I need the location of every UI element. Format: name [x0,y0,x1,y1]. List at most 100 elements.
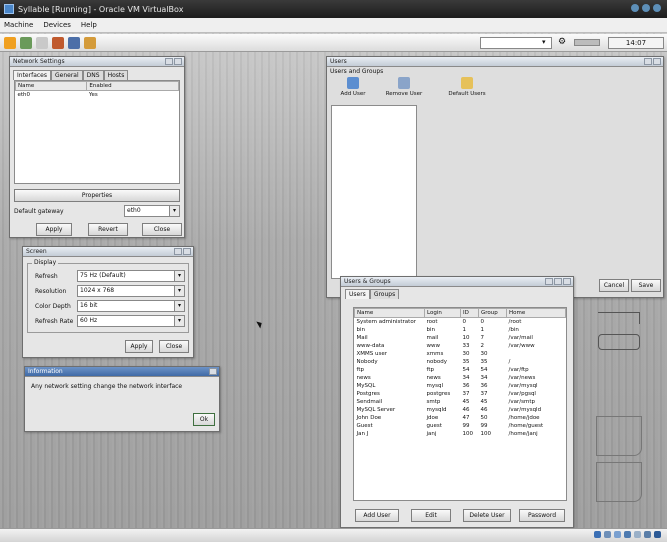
refresh-rate-select[interactable]: 60 Hz ▾ [77,315,185,327]
column-header-login[interactable]: Login [424,308,461,318]
host-window-controls[interactable] [631,4,661,12]
usb-icon[interactable] [604,531,611,538]
properties-button[interactable]: Properties [14,189,180,202]
column-header-id[interactable]: ID [460,308,479,318]
close-icon[interactable] [183,248,191,255]
table-row[interactable]: Guest guest 99 99/home/guest [355,422,566,430]
resolution-select[interactable]: 1024 x 768 ▾ [77,285,185,297]
table-row[interactable]: XMMS user xmms 30 30 [355,350,566,358]
close-icon[interactable] [653,58,661,65]
default-gateway-select[interactable]: eth0 ▾ [124,205,180,217]
window-titlebar[interactable]: Information [25,367,219,377]
maximize-icon[interactable] [642,4,650,12]
tab-dns[interactable]: DNS [82,70,104,80]
table-row[interactable]: System administrator root 0 0/root [355,318,566,326]
column-header-name[interactable]: Name [14,81,88,91]
close-icon[interactable] [209,368,217,375]
audio-icon[interactable] [624,531,631,538]
color-depth-select[interactable]: 16 bit ▾ [77,300,185,312]
table-row[interactable]: Jan J janj 100 100/home/janj [355,430,566,438]
menu-devices[interactable]: Devices [43,21,71,29]
column-header-enabled[interactable]: Enabled [86,81,179,91]
chevron-down-icon[interactable]: ▾ [542,38,546,46]
display-icon[interactable] [614,531,621,538]
remove-user-tool[interactable]: Remove User [377,77,431,97]
minimize-icon[interactable] [644,58,652,65]
table-row[interactable]: MySQL mysql 36 36/var/mysql [355,382,566,390]
column-header-home[interactable]: Home [506,308,566,318]
tab-hosts[interactable]: Hosts [103,70,129,80]
window-titlebar[interactable]: Users [327,57,663,67]
cell-name: XMMS user [356,350,388,357]
window-titlebar[interactable]: Screen [23,247,193,257]
chevron-down-icon[interactable]: ▾ [174,316,184,326]
refresh-select[interactable]: 75 Hz (Default) ▾ [77,270,185,282]
close-button[interactable]: Close [142,223,182,236]
mail-icon[interactable] [68,36,80,49]
column-header-group[interactable]: Group [478,308,507,318]
maximize-icon[interactable] [554,278,562,285]
window-titlebar[interactable]: Users & Groups [341,277,573,287]
tab-users[interactable]: Users [345,289,370,299]
minimize-icon[interactable] [631,4,639,12]
ok-button[interactable]: Ok [193,413,215,426]
apply-button[interactable]: Apply [36,223,72,236]
close-icon[interactable] [174,58,182,65]
table-row[interactable]: John Doe jdoe 47 50/home/jdoe [355,414,566,422]
color-depth-label: Color Depth [35,303,71,310]
window-titlebar[interactable]: Network Settings [10,57,184,67]
minimize-icon[interactable] [545,278,553,285]
chevron-down-icon[interactable]: ▾ [174,286,184,296]
settings-icon[interactable]: ⚙ [558,37,566,47]
chevron-down-icon[interactable]: ▾ [174,271,184,281]
capture-icon[interactable] [644,531,651,538]
syllable-logo-icon[interactable] [4,36,16,49]
users-list[interactable] [331,105,417,279]
column-header-name[interactable]: Name [354,308,425,318]
tab-groups[interactable]: Groups [369,289,400,299]
add-user-tool[interactable]: Add User [331,77,375,97]
minimize-icon[interactable] [165,58,173,65]
tab-interfaces[interactable]: Interfaces [13,70,51,80]
close-icon[interactable] [653,4,661,12]
files-icon[interactable] [36,36,48,49]
table-row[interactable]: eth0 Yes [16,91,179,99]
table-row[interactable]: MySQL Server mysqld 46 46/var/mysqld [355,406,566,414]
table-row[interactable]: www-data www 33 2/var/www [355,342,566,350]
minimize-icon[interactable] [174,248,182,255]
add-user-button[interactable]: Add User [355,509,399,522]
tools-icon[interactable] [84,36,96,49]
terminal-icon[interactable] [20,36,32,49]
close-icon[interactable] [563,278,571,285]
users-table[interactable]: Name Login ID Group Home System administ… [353,307,567,501]
tab-general[interactable]: General [51,70,83,80]
mouse-integration-icon[interactable] [654,531,661,538]
table-row[interactable]: Postgres postgres 37 37/var/pgsql [355,390,566,398]
table-row[interactable]: Sendmail smtp 45 45/var/smtp [355,398,566,406]
network-icon[interactable] [594,531,601,538]
browser-icon[interactable] [52,36,64,49]
password-button[interactable]: Password [519,509,565,522]
table-row[interactable]: news news 34 34/var/news [355,374,566,382]
table-row[interactable]: Nobody nobody 35 35 / [355,358,566,366]
chevron-down-icon[interactable]: ▾ [174,301,184,311]
menu-machine[interactable]: Machine [4,21,33,29]
interfaces-list[interactable]: Name Enabled eth0 Yes [14,80,180,184]
table-row[interactable]: Mail mail 10 7/var/mail [355,334,566,342]
cell-home: /var/mysqld [508,406,542,413]
close-button[interactable]: Close [159,340,189,353]
menu-help[interactable]: Help [81,21,97,29]
delete-user-button[interactable]: Delete User [463,509,511,522]
revert-button[interactable]: Revert [88,223,128,236]
screen-window: Screen Display Refresh 75 Hz (Default) ▾ … [22,246,194,358]
table-row[interactable]: ftp ftp 54 54/var/ftp [355,366,566,374]
cancel-button[interactable]: Cancel [599,279,629,292]
save-button[interactable]: Save [631,279,661,292]
default-users-tool[interactable]: Default Users [439,77,495,97]
edit-button[interactable]: Edit [411,509,451,522]
refresh-label: Refresh [35,273,58,280]
shared-folders-icon[interactable] [634,531,641,538]
apply-button[interactable]: Apply [125,340,153,353]
chevron-down-icon[interactable]: ▾ [169,206,179,216]
table-row[interactable]: bin bin 1 1/bin [355,326,566,334]
